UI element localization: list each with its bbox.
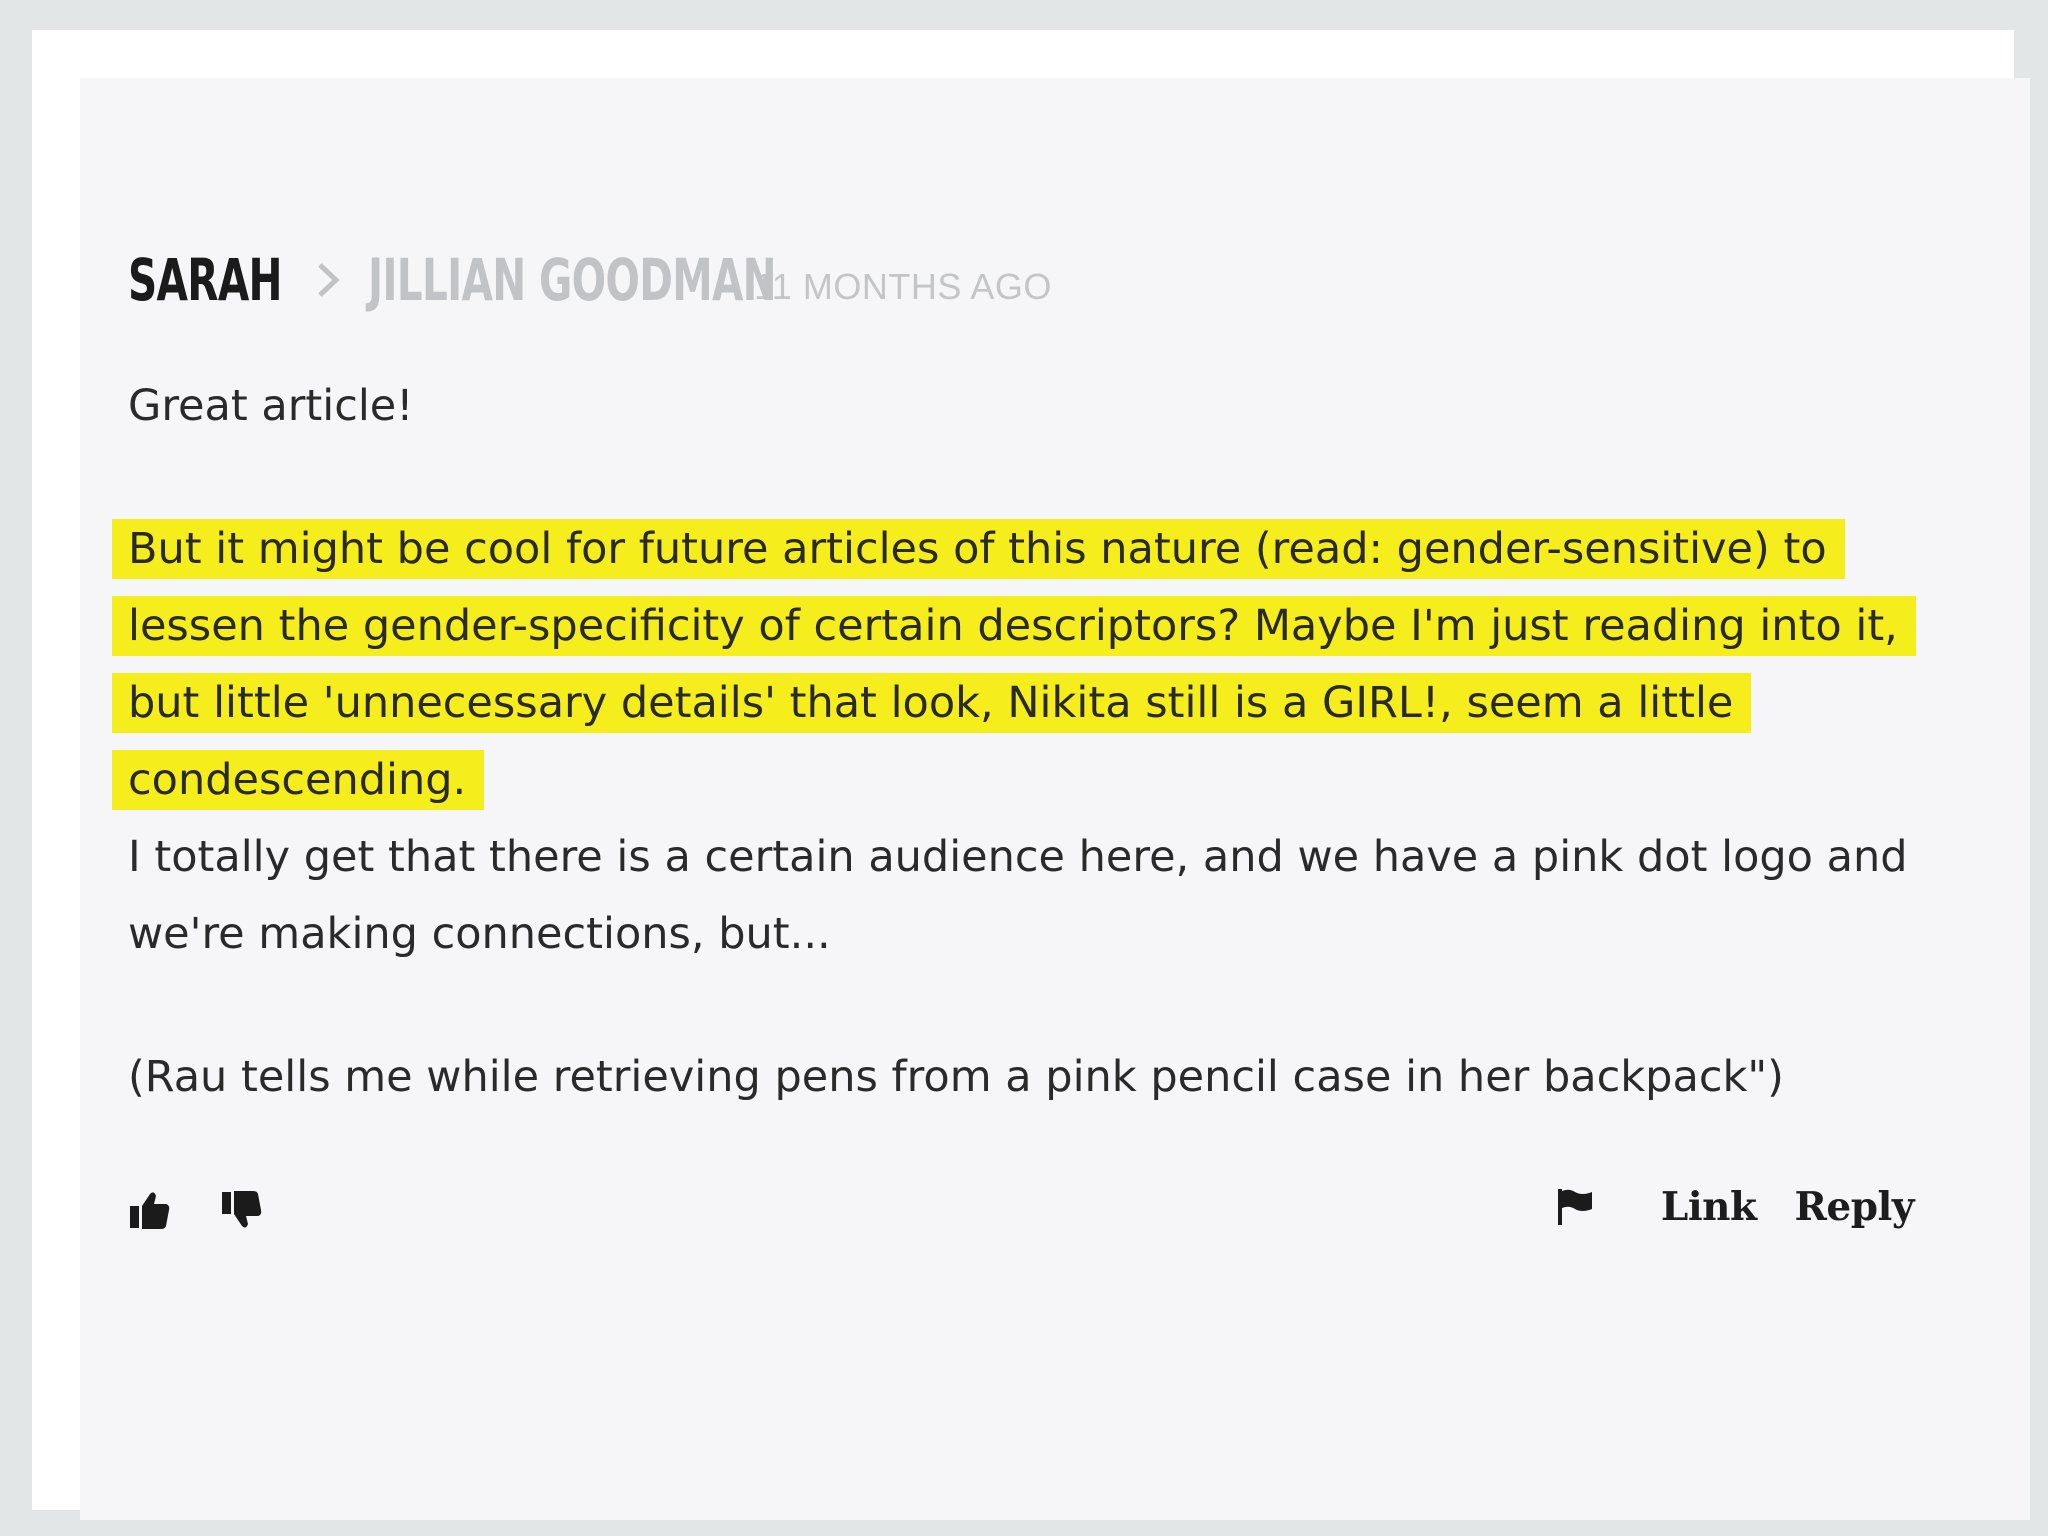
comment-header: SARAH JILLIAN GOODMAN 11 MONTHS AGO [128, 240, 1052, 320]
highlighted-passage: But it might be cool for future articles… [112, 511, 1948, 819]
thumbs-up-icon[interactable] [128, 1188, 172, 1232]
reply-to-name[interactable]: JILLIAN GOODMAN [368, 246, 777, 314]
chevron-right-icon [318, 263, 340, 297]
highlighted-line: condescending. [112, 742, 1948, 819]
comment-opening: Great article! [128, 381, 414, 431]
author-name[interactable]: SARAH [128, 246, 283, 314]
comment-paragraph-line: I totally get that there is a certain au… [128, 832, 1908, 882]
comment-timestamp: 11 MONTHS AGO [754, 266, 1052, 307]
comment-actions: Link Reply [1555, 1184, 1915, 1230]
highlighted-line: but little 'unnecessary details' that lo… [112, 665, 1948, 742]
highlighted-line: But it might be cool for future articles… [112, 511, 1948, 588]
comment-paragraph-line: we're making connections, but... [128, 909, 831, 959]
reply-button[interactable]: Reply [1795, 1184, 1915, 1230]
link-button[interactable]: Link [1661, 1184, 1757, 1230]
comment-body: Great article! But it might be cool for … [112, 368, 1948, 1116]
thumbs-down-icon[interactable] [220, 1188, 264, 1232]
vote-controls [128, 1188, 264, 1232]
comment-quote: (Rau tells me while retrieving pens from… [128, 1052, 1784, 1102]
highlighted-line: lessen the gender-specificity of certain… [112, 588, 1948, 665]
flag-icon[interactable] [1555, 1187, 1595, 1227]
